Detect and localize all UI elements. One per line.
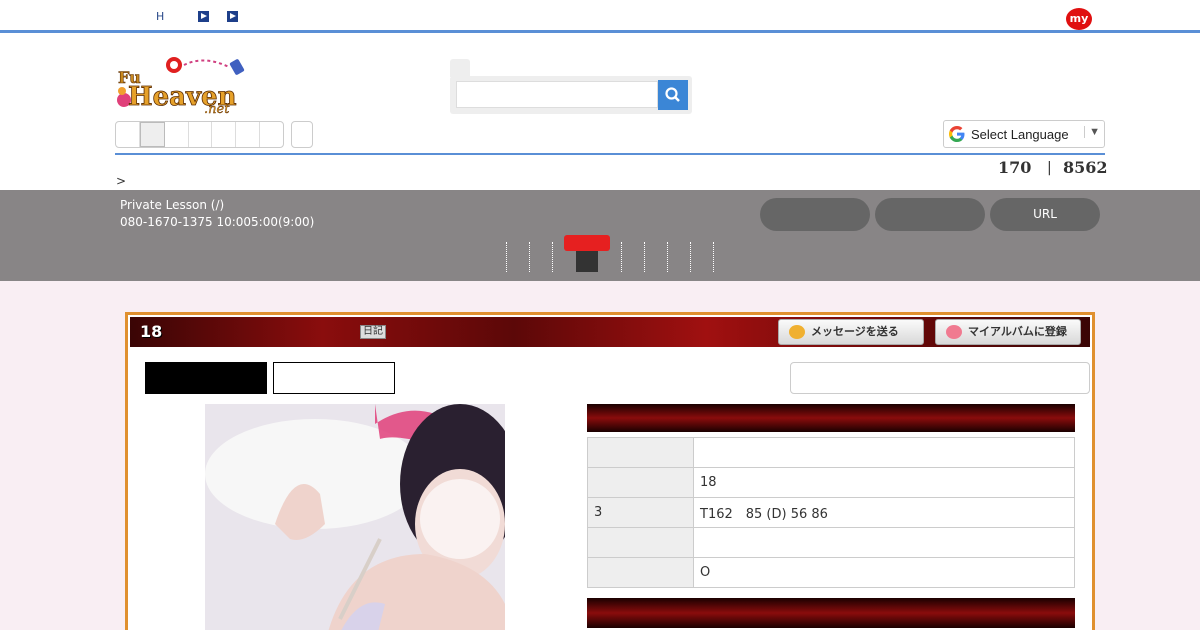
- language-select-label: Select Language: [971, 127, 1069, 142]
- stat-right: 8562: [1063, 158, 1108, 177]
- row-key: [587, 467, 694, 498]
- table-row: [587, 527, 1075, 558]
- age-label: 18: [140, 322, 163, 341]
- menu-divider: [529, 242, 530, 272]
- row-value: [693, 437, 1075, 468]
- breadcrumb[interactable]: >: [116, 174, 126, 188]
- send-message-button[interactable]: メッセージを送る: [778, 319, 924, 345]
- shop-info: Private Lesson (/) 080-1670-1375 10:005:…: [120, 197, 314, 231]
- row-key: 3: [587, 497, 694, 528]
- search-box: [450, 76, 692, 114]
- profile-photo[interactable]: [205, 404, 505, 630]
- nav-tab[interactable]: [116, 122, 140, 147]
- profile-card-header: 18 日記 メッセージを送る マイアルバムに登録: [130, 317, 1090, 347]
- nav-tab[interactable]: [189, 122, 213, 147]
- nav-tab[interactable]: [212, 122, 237, 147]
- search-button[interactable]: [658, 80, 688, 110]
- search-tab[interactable]: [450, 59, 470, 77]
- row-value: O: [693, 557, 1075, 588]
- header-divider: [115, 153, 1105, 155]
- nav-extra-button[interactable]: [291, 121, 313, 148]
- svg-text:.net: .net: [204, 102, 230, 115]
- profile-section-header: [587, 598, 1075, 628]
- search-input[interactable]: [456, 81, 658, 108]
- profile-tab-white[interactable]: [273, 362, 395, 394]
- chevron-down-icon: ▼: [1084, 126, 1100, 138]
- shop-button-1[interactable]: [760, 198, 870, 231]
- shop-url-button[interactable]: URL: [990, 198, 1100, 231]
- menu-divider: [506, 242, 507, 272]
- profile-tab-black[interactable]: [145, 362, 267, 394]
- row-value: T162 85 (D) 56 86: [693, 497, 1075, 528]
- row-key: [587, 527, 694, 558]
- heart-icon: [946, 325, 962, 339]
- nav-tab[interactable]: [165, 122, 189, 147]
- profile-table-header: [587, 404, 1075, 432]
- table-row: [587, 437, 1075, 468]
- nav-tab-active[interactable]: [139, 122, 165, 147]
- table-row: 18: [587, 467, 1075, 498]
- send-message-label: メッセージを送る: [811, 325, 899, 338]
- shop-name[interactable]: Private Lesson (/): [120, 197, 314, 214]
- search-area: [450, 59, 692, 114]
- menu-divider: [644, 242, 645, 272]
- table-row: 3 T162 85 (D) 56 86: [587, 497, 1075, 528]
- my-page-button[interactable]: my: [1066, 8, 1092, 30]
- diary-badge[interactable]: 日記: [360, 325, 386, 339]
- menu-divider: [713, 242, 714, 272]
- row-value: [693, 527, 1075, 558]
- active-menu-indicator[interactable]: [564, 235, 610, 251]
- active-menu-tab[interactable]: [576, 251, 598, 272]
- google-icon: [949, 126, 965, 142]
- site-logo[interactable]: Fu Heaven .net: [114, 55, 246, 115]
- chat-bubble-icon: [789, 325, 805, 339]
- menu-divider: [621, 242, 622, 272]
- nav-tab[interactable]: [236, 122, 261, 147]
- top-bar: H my: [0, 0, 1200, 33]
- home-link[interactable]: H: [156, 10, 164, 23]
- shop-contact: 080-1670-1375 10:005:00(9:00): [120, 215, 315, 229]
- shop-info-band: Private Lesson (/) 080-1670-1375 10:005:…: [0, 190, 1200, 281]
- play-icon[interactable]: [227, 11, 238, 22]
- menu-divider: [690, 242, 691, 272]
- right-info-box[interactable]: [790, 362, 1090, 394]
- row-value: 18: [693, 467, 1075, 498]
- profile-card: 18 日記 メッセージを送る マイアルバムに登録 18 3 T162 85 (D…: [125, 312, 1095, 630]
- row-key: [587, 557, 694, 588]
- register-album-button[interactable]: マイアルバムに登録: [935, 319, 1081, 345]
- language-select[interactable]: Select Language ▼: [943, 120, 1105, 148]
- menu-divider: [552, 242, 553, 272]
- row-key: [587, 437, 694, 468]
- search-icon: [665, 87, 680, 102]
- register-album-label: マイアルバムに登録: [968, 325, 1067, 338]
- stat-left: 170: [998, 158, 1032, 177]
- play-icon[interactable]: [198, 11, 209, 22]
- table-row: O: [587, 557, 1075, 588]
- shop-button-2[interactable]: [875, 198, 985, 231]
- nav-tab[interactable]: [260, 122, 283, 147]
- profile-table: 18 3 T162 85 (D) 56 86 O: [587, 437, 1075, 588]
- nav-tabs: [115, 121, 284, 148]
- menu-divider: [667, 242, 668, 272]
- stat-separator: |: [1047, 160, 1052, 176]
